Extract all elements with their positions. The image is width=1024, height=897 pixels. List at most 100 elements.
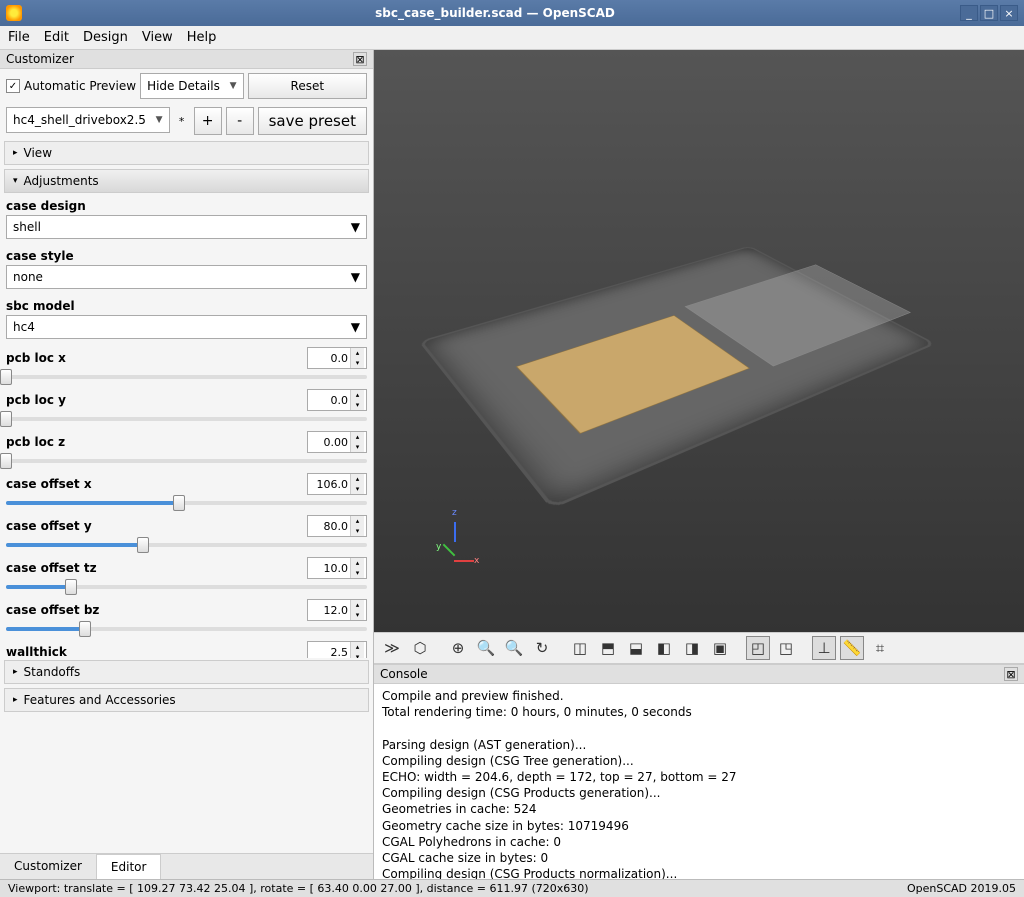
param-spinner[interactable]: ▴ ▾ [307, 347, 367, 369]
view-all-icon[interactable]: ⊕ [446, 636, 470, 660]
param-spinner[interactable]: ▴ ▾ [307, 473, 367, 495]
slider-thumb[interactable] [0, 453, 12, 469]
spinner-down-icon[interactable]: ▾ [351, 610, 364, 620]
menu-edit[interactable]: Edit [44, 30, 69, 45]
param-input[interactable] [308, 646, 350, 659]
section-adjustments[interactable]: ▾Adjustments [4, 169, 369, 193]
back-icon[interactable]: ▣ [708, 636, 732, 660]
console-close-icon[interactable]: ⊠ [1004, 667, 1018, 681]
tab-editor[interactable]: Editor [97, 854, 162, 879]
content-area: z x y ≫⬡⊕🔍🔍↻◫⬒⬓◧◨▣◰◳⊥📏⌗ Console ⊠ Compil… [374, 50, 1024, 879]
param-label: case offset bz [6, 601, 301, 619]
param-select[interactable]: none ▼ [6, 265, 367, 289]
param-select[interactable]: shell ▼ [6, 215, 367, 239]
param-slider[interactable] [6, 373, 367, 381]
param-slider[interactable] [6, 415, 367, 423]
slider-thumb[interactable] [79, 621, 91, 637]
front-icon[interactable]: ◨ [680, 636, 704, 660]
spinner-up-icon[interactable]: ▴ [351, 516, 364, 526]
param-spinner[interactable]: ▴ ▾ [307, 641, 367, 658]
preset-dropdown[interactable]: hc4_shell_drivebox2.5 ▼ [6, 107, 170, 133]
param-slider[interactable] [6, 499, 367, 507]
spinner-up-icon[interactable]: ▴ [351, 348, 364, 358]
slider-thumb[interactable] [65, 579, 77, 595]
reset-view-icon[interactable]: ↻ [530, 636, 554, 660]
spinner-down-icon[interactable]: ▾ [351, 652, 364, 658]
viewport-3d[interactable]: z x y [374, 50, 1024, 632]
param-slider[interactable] [6, 457, 367, 465]
console-panel: Console ⊠ Compile and preview finished.T… [374, 664, 1024, 879]
console-line: Compile and preview finished. [382, 688, 1016, 704]
param-slider[interactable] [6, 625, 367, 633]
section-features[interactable]: ▸Features and Accessories [4, 688, 369, 712]
slider-thumb[interactable] [0, 411, 12, 427]
param-label: pcb loc x [6, 349, 301, 367]
param-slider[interactable] [6, 541, 367, 549]
param-input[interactable] [308, 604, 350, 617]
menu-design[interactable]: Design [83, 30, 128, 45]
param-input[interactable] [308, 352, 350, 365]
spinner-down-icon[interactable]: ▾ [351, 400, 364, 410]
spinner-up-icon[interactable]: ▴ [351, 390, 364, 400]
param-input[interactable] [308, 394, 350, 407]
hide-details-value: Hide Details [147, 79, 220, 93]
hide-details-dropdown[interactable]: Hide Details ▼ [140, 73, 243, 99]
slider-thumb[interactable] [0, 369, 12, 385]
slider-thumb[interactable] [173, 495, 185, 511]
spinner-down-icon[interactable]: ▾ [351, 484, 364, 494]
tab-customizer[interactable]: Customizer [0, 854, 97, 879]
spinner-up-icon[interactable]: ▴ [351, 600, 364, 610]
param-select[interactable]: hc4 ▼ [6, 315, 367, 339]
maximize-button[interactable]: □ [980, 5, 998, 21]
param-input[interactable] [308, 562, 350, 575]
axes-icon[interactable]: ⊥ [812, 636, 836, 660]
param-input[interactable] [308, 478, 350, 491]
right-icon[interactable]: ◫ [568, 636, 592, 660]
reset-button[interactable]: Reset [248, 73, 367, 99]
menu-file[interactable]: File [8, 30, 30, 45]
zoom-in-icon[interactable]: 🔍 [474, 636, 498, 660]
preset-remove-button[interactable]: - [226, 107, 254, 135]
left-icon[interactable]: ◧ [652, 636, 676, 660]
section-standoffs[interactable]: ▸Standoffs [4, 660, 369, 684]
param-spinner[interactable]: ▴ ▾ [307, 599, 367, 621]
console-output[interactable]: Compile and preview finished.Total rende… [374, 684, 1024, 879]
perspective-icon[interactable]: ◰ [746, 636, 770, 660]
preview-icon[interactable]: ≫ [380, 636, 404, 660]
section-features-label: Features and Accessories [24, 693, 176, 707]
spinner-down-icon[interactable]: ▾ [351, 526, 364, 536]
menu-help[interactable]: Help [187, 30, 217, 45]
preset-add-button[interactable]: + [194, 107, 222, 135]
param-input[interactable] [308, 520, 350, 533]
scale-icon[interactable]: 📏 [840, 636, 864, 660]
param-input[interactable] [308, 436, 350, 449]
spinner-down-icon[interactable]: ▾ [351, 442, 364, 452]
render-icon[interactable]: ⬡ [408, 636, 432, 660]
customizer-close-icon[interactable]: ⊠ [353, 52, 367, 66]
section-view[interactable]: ▸View [4, 141, 369, 165]
minimize-button[interactable]: _ [960, 5, 978, 21]
console-line: Compiling design (CSG Tree generation)..… [382, 753, 1016, 769]
crosshair-icon[interactable]: ⌗ [868, 636, 892, 660]
param-spinner[interactable]: ▴ ▾ [307, 557, 367, 579]
zoom-out-icon[interactable]: 🔍 [502, 636, 526, 660]
spinner-down-icon[interactable]: ▾ [351, 358, 364, 368]
param-spinner[interactable]: ▴ ▾ [307, 515, 367, 537]
param-spinner[interactable]: ▴ ▾ [307, 389, 367, 411]
spinner-down-icon[interactable]: ▾ [351, 568, 364, 578]
spinner-up-icon[interactable]: ▴ [351, 642, 364, 652]
slider-thumb[interactable] [137, 537, 149, 553]
titlebar: sbc_case_builder.scad — OpenSCAD _ □ × [0, 0, 1024, 26]
auto-preview-checkbox[interactable]: ✓ [6, 79, 20, 93]
top-icon[interactable]: ⬒ [596, 636, 620, 660]
orthogonal-icon[interactable]: ◳ [774, 636, 798, 660]
spinner-up-icon[interactable]: ▴ [351, 474, 364, 484]
param-slider[interactable] [6, 583, 367, 591]
close-button[interactable]: × [1000, 5, 1018, 21]
spinner-up-icon[interactable]: ▴ [351, 558, 364, 568]
save-preset-button[interactable]: save preset [258, 107, 367, 135]
param-spinner[interactable]: ▴ ▾ [307, 431, 367, 453]
menu-view[interactable]: View [142, 30, 173, 45]
bottom-icon[interactable]: ⬓ [624, 636, 648, 660]
spinner-up-icon[interactable]: ▴ [351, 432, 364, 442]
